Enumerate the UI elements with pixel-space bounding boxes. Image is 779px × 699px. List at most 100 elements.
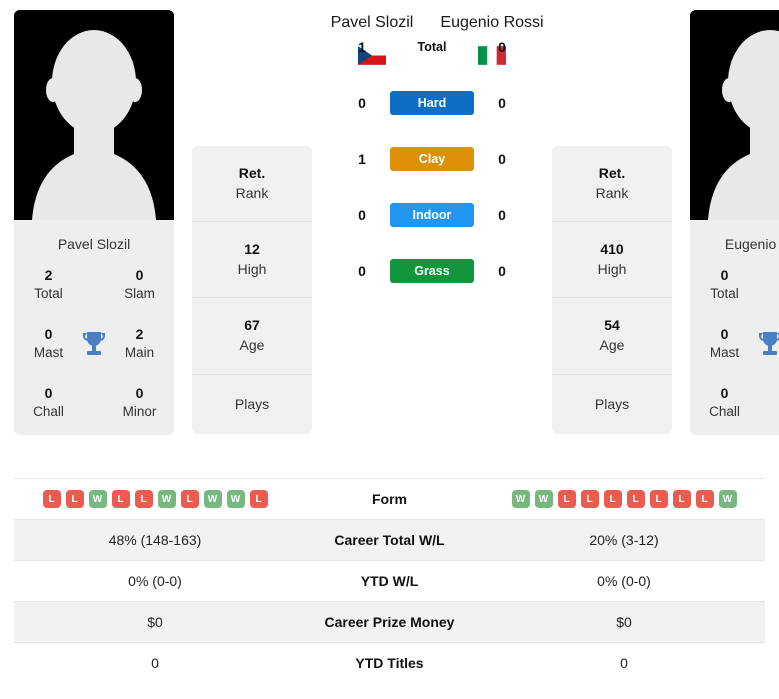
left-panel-player-name: Pavel Slozil [57, 236, 131, 252]
form-badge-loss[interactable]: L [111, 490, 130, 508]
left-rank-value: Ret. [238, 165, 266, 181]
left-player-stats-panel: Pavel Slozil 2 Total 0 Slam 0 Mast 2 Mai… [14, 220, 174, 436]
surface-badge-clay[interactable]: Clay [390, 147, 474, 171]
head-to-head-column: Pavel Slozil Eugenio Rossi 1 Total 0 0 H… [312, 10, 552, 299]
head-to-head-list: 1 Total 0 0 Hard 0 1 Clay 0 0 Indoor 0 0… [342, 19, 522, 299]
right-rank-value: Ret. [598, 165, 626, 181]
right-rank-card-high: 410 High [552, 222, 672, 299]
h2h-grass-right: 0 [498, 263, 506, 279]
h2h-hard-right: 0 [498, 95, 506, 111]
row-label-career-prize-money: Career Prize Money [324, 614, 455, 630]
trophy-stat-slam: 0 Slam [111, 266, 168, 303]
right-player-stats-panel: Eugenio Rossi 0 Total 0 Slam 0 Mast [690, 220, 779, 436]
right-panel-player-name: Eugenio Rossi [724, 236, 779, 252]
form-badge-win[interactable]: W [203, 490, 222, 508]
h2h-total-right: 0 [498, 39, 506, 55]
comparison-stats-table: LLWLLWLWWL Form WWLLLLLLLW 48% (148-163)… [14, 478, 765, 684]
h2h-indoor-mid: Indoor [382, 203, 482, 227]
trophy-chall-label: Chall [709, 404, 740, 420]
trophy-icon-wrap [77, 330, 111, 358]
avatar-silhouette-icon [690, 10, 779, 220]
right-high-label: High [597, 260, 627, 277]
form-badge-loss[interactable]: L [134, 490, 153, 508]
h2h-clay-left: 1 [358, 151, 366, 167]
right-form-strip: WWLLLLLLLW [483, 490, 765, 508]
surface-badge-indoor[interactable]: Indoor [390, 203, 474, 227]
form-badge-win[interactable]: W [157, 490, 176, 508]
trophy-stat-chall: 0 Chall [696, 384, 753, 421]
form-badge-loss[interactable]: L [249, 490, 268, 508]
left-player-avatar [14, 10, 174, 220]
surface-badge-hard[interactable]: Hard [390, 91, 474, 115]
trophy-total-value: 0 [720, 267, 729, 283]
left-rank-label: Rank [235, 184, 269, 201]
h2h-total-label: Total [417, 40, 447, 54]
trophy-total-label: Total [34, 285, 63, 301]
row-label-ytd-titles: YTD Titles [355, 655, 424, 672]
trophy-mast-value: 0 [44, 326, 53, 343]
form-badge-loss[interactable]: L [649, 490, 668, 508]
left-plays-label: Plays [234, 395, 270, 412]
row-label-form: Form [372, 491, 407, 507]
table-row-ytd-wl: 0% (0-0) YTD W/L 0% (0-0) [14, 560, 765, 602]
trophy-stat-chall: 0 Chall [20, 384, 77, 421]
right-rank-label: Rank [595, 184, 629, 201]
right-rank-card-rank: Ret. Rank [552, 146, 672, 223]
trophy-icon [83, 331, 105, 355]
left-rank-card-rank: Ret. Rank [192, 146, 312, 223]
left-rank-column: Ret. Rank 12 High 67 Age Plays [192, 10, 312, 435]
form-badge-loss[interactable]: L [65, 490, 84, 508]
form-badge-win[interactable]: W [226, 490, 245, 508]
form-badge-loss[interactable]: L [603, 490, 622, 508]
left-high-label: High [237, 260, 267, 277]
trophy-mast-value: 0 [720, 326, 729, 343]
player-comparison-page: Pavel Slozil 2 Total 0 Slam 0 Mast 2 Mai… [0, 0, 779, 699]
left-high-value: 12 [244, 241, 260, 258]
h2h-grass-left: 0 [358, 263, 366, 279]
form-badge-win[interactable]: W [534, 490, 553, 508]
form-badge-loss[interactable]: L [672, 490, 691, 508]
left-player-column: Pavel Slozil 2 Total 0 Slam 0 Mast 2 Mai… [14, 10, 174, 436]
form-badge-loss[interactable]: L [626, 490, 645, 508]
left-career-prize-money: $0 [147, 614, 163, 630]
h2h-row-grass: 0 Grass 0 [342, 243, 522, 299]
trophy-mast-label: Mast [709, 345, 740, 360]
h2h-row-indoor: 0 Indoor 0 [342, 187, 522, 243]
form-badge-loss[interactable]: L [695, 490, 714, 508]
trophy-stat-total: 0 Total [696, 266, 753, 303]
table-row-ytd-titles: 0 YTD Titles 0 [14, 642, 765, 684]
right-plays-label: Plays [594, 395, 630, 412]
h2h-row-clay: 1 Clay 0 [342, 131, 522, 187]
form-badge-loss[interactable]: L [580, 490, 599, 508]
comparison-top-area: Pavel Slozil 2 Total 0 Slam 0 Mast 2 Mai… [14, 0, 779, 470]
trophy-stat-total: 2 Total [20, 266, 77, 303]
h2h-hard-left: 0 [358, 95, 366, 111]
right-rank-column: Ret. Rank 410 High 54 Age Plays [552, 10, 672, 435]
form-badge-win[interactable]: W [88, 490, 107, 508]
trophy-icon [759, 331, 779, 355]
form-badge-loss[interactable]: L [42, 490, 61, 508]
trophy-chall-value: 0 [720, 385, 729, 402]
right-career-total-wl: 20% (3-12) [589, 532, 659, 548]
form-badge-win[interactable]: W [718, 490, 737, 508]
trophy-minor-label: Minor [122, 404, 157, 420]
right-ytd-titles: 0 [620, 655, 628, 672]
trophy-main-label: Main [124, 345, 155, 360]
left-ytd-titles: 0 [151, 655, 159, 672]
form-badge-loss[interactable]: L [557, 490, 576, 508]
form-badge-win[interactable]: W [511, 490, 530, 508]
right-career-prize-money: $0 [616, 614, 632, 630]
table-row-career-total-wl: 48% (148-163) Career Total W/L 20% (3-12… [14, 519, 765, 561]
h2h-grass-mid: Grass [382, 259, 482, 283]
trophy-stat-mast: 0 Mast [20, 325, 77, 362]
surface-badge-grass[interactable]: Grass [390, 259, 474, 283]
left-rank-card-plays: Plays [192, 374, 312, 435]
left-age-value: 67 [244, 317, 260, 334]
trophy-icon-wrap [753, 330, 779, 358]
trophy-stat-main: 2 Main [111, 325, 168, 362]
trophy-main-value: 2 [135, 326, 144, 343]
left-form-strip: LLWLLWLWWL [14, 490, 296, 508]
right-age-value: 54 [604, 317, 620, 334]
table-row-form: LLWLLWLWWL Form WWLLLLLLLW [14, 478, 765, 520]
form-badge-loss[interactable]: L [180, 490, 199, 508]
